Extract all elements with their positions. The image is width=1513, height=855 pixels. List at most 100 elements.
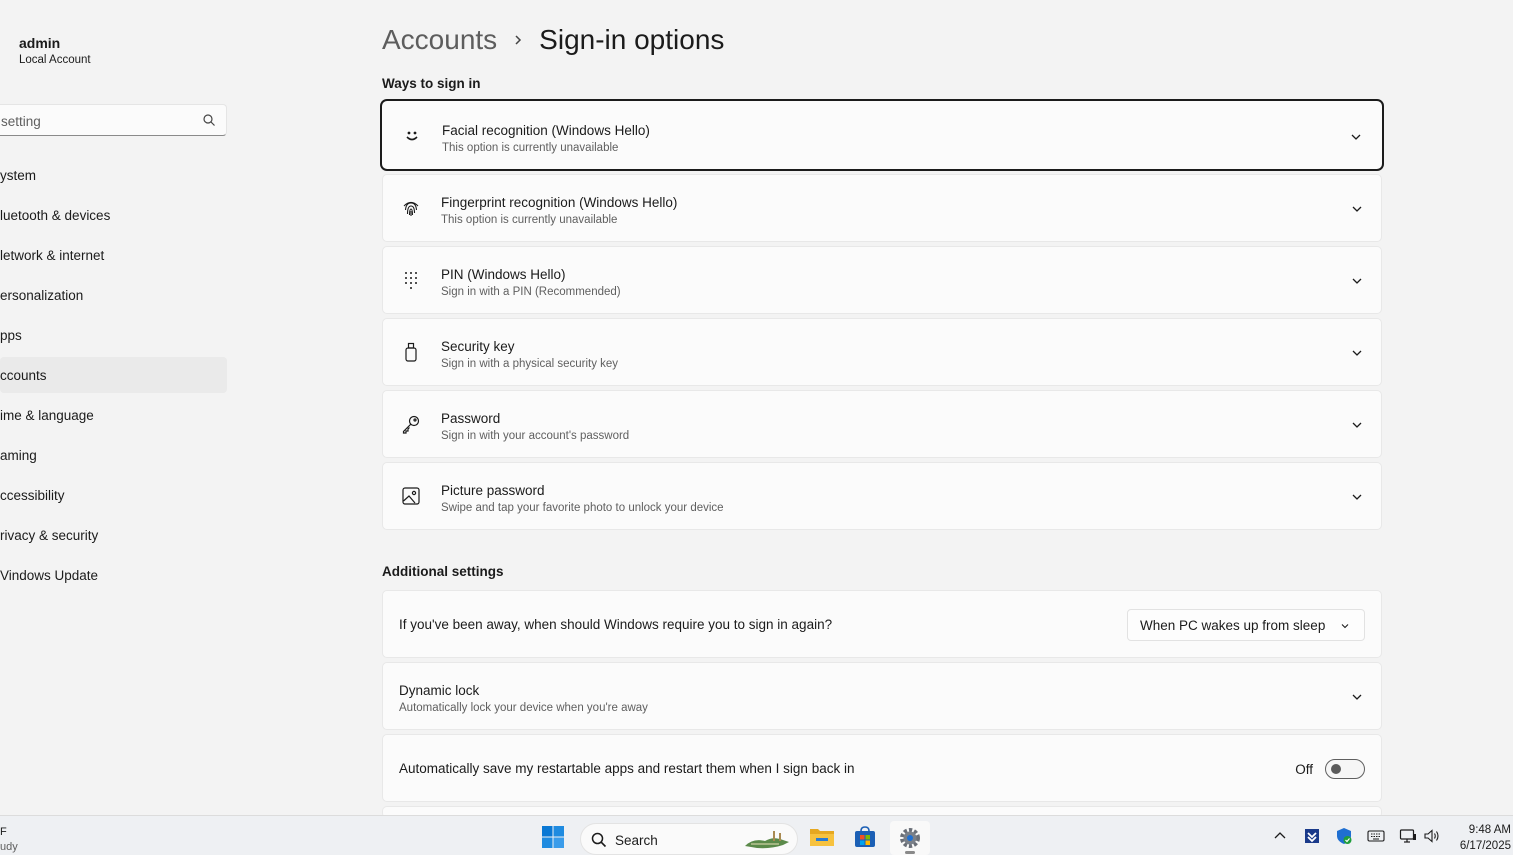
sidebar-item-time-language[interactable]: ime & language: [0, 397, 227, 433]
security-tray-button[interactable]: [1334, 826, 1354, 846]
taskbar: F udy Search 9:48 AM 6/17/2025: [0, 815, 1513, 855]
sidebar-item-network[interactable]: letwork & internet: [0, 237, 227, 273]
chevron-down-icon[interactable]: [1351, 691, 1363, 703]
ways-to-sign-in-heading: Ways to sign in: [382, 76, 481, 91]
picture-icon: [402, 487, 420, 505]
breadcrumb-parent-accounts[interactable]: Accounts: [382, 24, 497, 56]
sidebar-item-privacy-security[interactable]: rivacy & security: [0, 517, 227, 553]
search-icon: [591, 832, 607, 848]
sidebar-item-gaming[interactable]: aming: [0, 437, 227, 473]
restart-apps-toggle[interactable]: [1325, 759, 1365, 779]
search-highlight-icon: [745, 831, 789, 849]
clock-time[interactable]: 9:48 AM: [1469, 824, 1511, 836]
additional-settings-heading: Additional settings: [382, 564, 504, 579]
store-icon: [855, 826, 875, 847]
network-monitor-icon: [1399, 829, 1416, 843]
chevron-down-icon[interactable]: [1350, 131, 1362, 143]
option-subtitle: This option is currently unavailable: [442, 142, 619, 154]
sidebar-item-bluetooth[interactable]: luetooth & devices: [0, 197, 227, 233]
dynamic-lock-card[interactable]: Dynamic lock Automatically lock your dev…: [382, 662, 1382, 730]
folder-icon: [810, 829, 834, 846]
volume-tray-button[interactable]: [1422, 826, 1442, 846]
picture-password-card[interactable]: Picture password Swipe and tap your favo…: [382, 462, 1382, 530]
windows-security-icon: [1337, 828, 1352, 844]
facial-recognition-card[interactable]: Facial recognition (Windows Hello) This …: [380, 99, 1384, 171]
require-signin-dropdown[interactable]: When PC wakes up from sleep: [1127, 609, 1365, 641]
chevron-right-icon: [515, 35, 522, 45]
microsoft-store-button[interactable]: [852, 824, 878, 850]
settings-search-box[interactable]: [0, 104, 227, 136]
sidebar-item-label: ystem: [0, 167, 37, 183]
sidebar-item-label: rivacy & security: [0, 527, 99, 543]
sidebar-item-windows-update[interactable]: Vindows Update: [0, 557, 227, 593]
toggle-knob: [1331, 764, 1341, 774]
page-title: Sign-in options: [539, 24, 725, 55]
option-title: Facial recognition (Windows Hello): [442, 123, 650, 138]
tray-app-button[interactable]: [1302, 826, 1322, 846]
search-icon[interactable]: [202, 113, 216, 127]
sidebar-nav: ystem luetooth & devices letwork & inter…: [0, 157, 227, 597]
sidebar-item-label: aming: [0, 447, 37, 463]
chevron-down-icon[interactable]: [1351, 491, 1363, 503]
toggle-state-label: Off: [1295, 762, 1313, 777]
gear-icon: [900, 828, 920, 848]
password-card[interactable]: Password Sign in with your account's pas…: [382, 390, 1382, 458]
option-title: Security key: [441, 339, 515, 354]
chevron-down-icon[interactable]: [1351, 419, 1363, 431]
chevron-down-icon[interactable]: [1351, 347, 1363, 359]
security-key-card[interactable]: Security key Sign in with a physical sec…: [382, 318, 1382, 386]
option-subtitle: Swipe and tap your favorite photo to unl…: [441, 502, 724, 514]
sidebar-item-personalization[interactable]: ersonalization: [0, 277, 227, 313]
user-name: admin: [19, 35, 61, 51]
settings-app-button[interactable]: [890, 821, 930, 855]
settings-search-input[interactable]: [1, 111, 191, 131]
sidebar-item-system[interactable]: ystem: [0, 157, 227, 193]
user-account-type: Local Account: [19, 54, 91, 66]
option-subtitle: Sign in with a physical security key: [441, 358, 619, 370]
restart-apps-label: Automatically save my restartable apps a…: [399, 761, 855, 776]
keyboard-tray-button[interactable]: [1366, 826, 1386, 846]
weather-temperature[interactable]: F: [0, 826, 7, 838]
dynamic-lock-title: Dynamic lock: [399, 683, 480, 698]
sidebar-item-label: letwork & internet: [0, 247, 105, 263]
require-signin-card: If you've been away, when should Windows…: [382, 590, 1382, 658]
sidebar-item-label: luetooth & devices: [0, 207, 111, 223]
speaker-icon: [1424, 829, 1439, 843]
weather-condition[interactable]: udy: [0, 841, 18, 853]
taskbar-search[interactable]: Search: [580, 823, 798, 855]
chevron-up-icon: [1274, 832, 1286, 839]
option-title: Password: [441, 411, 501, 426]
option-subtitle: Sign in with your account's password: [441, 430, 630, 442]
network-tray-button[interactable]: [1398, 826, 1418, 846]
dynamic-lock-subtitle: Automatically lock your device when you'…: [399, 702, 648, 714]
sidebar-item-accounts[interactable]: ccounts: [0, 357, 227, 393]
file-explorer-button[interactable]: [809, 824, 835, 850]
taskbar-search-label: Search: [615, 833, 658, 848]
sidebar-item-label: ime & language: [0, 407, 94, 423]
option-subtitle: This option is currently unavailable: [441, 214, 618, 226]
sidebar-item-label: ersonalization: [0, 287, 84, 303]
dropdown-selected-value: When PC wakes up from sleep: [1140, 618, 1326, 633]
pin-card[interactable]: PIN (Windows Hello) Sign in with a PIN (…: [382, 246, 1382, 314]
option-subtitle: Sign in with a PIN (Recommended): [441, 286, 621, 298]
sidebar-item-apps[interactable]: pps: [0, 317, 227, 353]
chevron-down-icon[interactable]: [1351, 275, 1363, 287]
breadcrumb: Accounts Sign-in options: [382, 20, 724, 60]
option-title: Fingerprint recognition (Windows Hello): [441, 195, 678, 210]
start-button[interactable]: [540, 824, 566, 850]
fingerprint-recognition-card[interactable]: Fingerprint recognition (Windows Hello) …: [382, 174, 1382, 242]
sidebar-item-label: Vindows Update: [0, 567, 99, 583]
keyboard-icon: [1367, 830, 1385, 842]
chevron-down-icon[interactable]: [1351, 203, 1363, 215]
option-title: PIN (Windows Hello): [441, 267, 566, 282]
windows-logo-icon: [542, 826, 564, 848]
require-signin-label: If you've been away, when should Windows…: [399, 617, 833, 632]
chevron-down-icon: [1341, 624, 1349, 629]
sidebar-item-accessibility[interactable]: ccessibility: [0, 477, 227, 513]
sidebar-item-label: ccounts: [0, 367, 47, 383]
clock-date[interactable]: 6/17/2025: [1460, 840, 1511, 852]
shield-arrow-icon: [1305, 829, 1319, 843]
show-hidden-icons-button[interactable]: [1270, 826, 1290, 846]
sidebar-item-label: ccessibility: [0, 487, 65, 503]
sidebar-item-label: pps: [0, 327, 22, 343]
